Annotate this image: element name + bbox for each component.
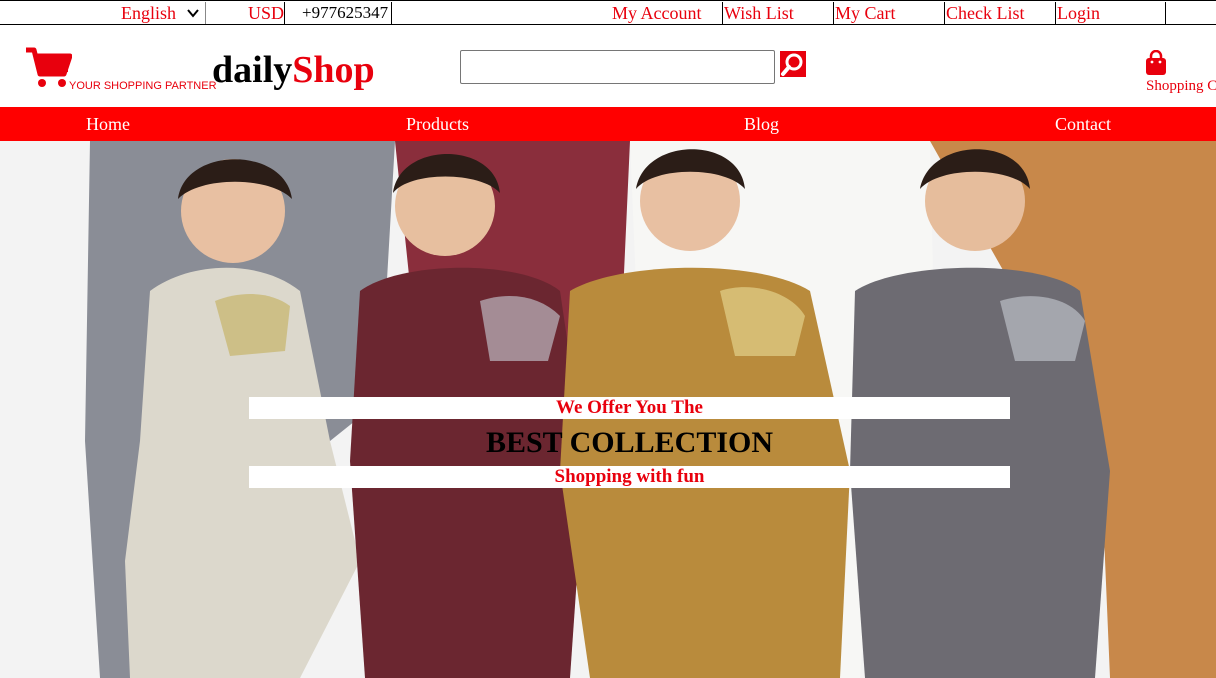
- hero-banner: We Offer You The BEST COLLECTION Shoppin…: [0, 141, 1216, 678]
- my-account-link[interactable]: My Account: [611, 2, 702, 24]
- brand-name-part1: daily: [212, 49, 293, 91]
- search-icon: [781, 53, 803, 76]
- login-link[interactable]: Login: [1055, 2, 1100, 24]
- top-bar: English USD +977625347 My Account Wish L…: [0, 0, 1216, 25]
- wish-list-link[interactable]: Wish List: [722, 2, 794, 24]
- hero-subtitle-top: We Offer You The: [249, 397, 1010, 419]
- shopping-cart-icon[interactable]: [24, 46, 72, 90]
- nav-home[interactable]: Home: [86, 107, 130, 141]
- phone-number: +977625347: [302, 2, 392, 24]
- shopping-cart-link[interactable]: Shopping Cart: [1146, 78, 1216, 95]
- my-cart-link[interactable]: My Cart: [833, 2, 896, 24]
- check-list-link[interactable]: Check List: [944, 2, 1025, 24]
- nav-contact[interactable]: Contact: [1055, 107, 1111, 141]
- search-input[interactable]: [460, 50, 775, 84]
- site-header: YOUR SHOPPING PARTNER dailyShop Shopping…: [0, 26, 1216, 107]
- topbar-divider: [1165, 2, 1166, 24]
- language-select[interactable]: English: [118, 2, 206, 24]
- brand-logo[interactable]: dailyShop: [212, 48, 375, 92]
- nav-blog[interactable]: Blog: [744, 107, 779, 141]
- tagline: YOUR SHOPPING PARTNER: [69, 80, 217, 92]
- currency-select[interactable]: USD: [248, 2, 285, 24]
- shopping-bag-icon[interactable]: [1145, 50, 1167, 76]
- hero-subtitle-bottom: Shopping with fun: [249, 466, 1010, 488]
- nav-products[interactable]: Products: [406, 107, 469, 141]
- search-button[interactable]: [780, 51, 806, 77]
- language-select-value: English: [121, 3, 177, 23]
- brand-name-part2: Shop: [292, 49, 375, 91]
- chevron-down-icon: [187, 9, 199, 18]
- hero-headline: BEST COLLECTION: [485, 426, 774, 459]
- main-nav: Home Products Blog Contact: [0, 107, 1216, 141]
